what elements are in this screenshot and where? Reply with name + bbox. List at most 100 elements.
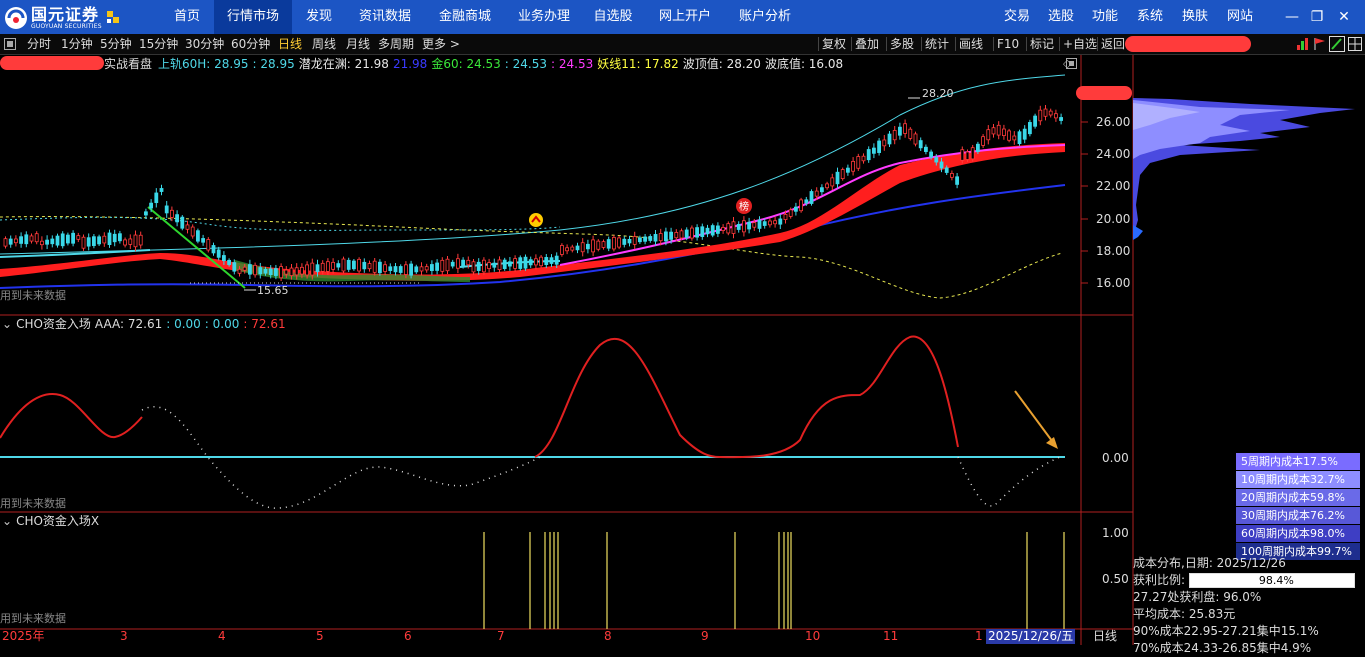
period-tab-5[interactable]: 60分钟: [231, 34, 270, 54]
cho-x-signal-bars: [483, 532, 1065, 629]
maximize-button[interactable]: ❐: [1308, 8, 1326, 26]
minimize-button[interactable]: —: [1283, 8, 1301, 26]
period-tab-2[interactable]: 5分钟: [100, 34, 132, 54]
redacted-stock-name: [1125, 36, 1251, 52]
period-label[interactable]: 日线: [1093, 629, 1117, 643]
date-tick-2: 4: [218, 629, 226, 643]
toolbar-action-0[interactable]: 复权: [822, 34, 846, 54]
period-tab-1[interactable]: 1分钟: [61, 34, 93, 54]
draw-tool-icon[interactable]: [1329, 36, 1345, 52]
nav-3[interactable]: 资讯数据: [346, 0, 424, 34]
date-tick-4: 6: [404, 629, 412, 643]
toolbar-action-7[interactable]: +自选: [1063, 34, 1097, 54]
bar-chart-icon[interactable]: [1296, 37, 1310, 51]
layout-grid-icon[interactable]: [1348, 37, 1362, 51]
cho-red-line: [534, 337, 721, 458]
nav-8[interactable]: 账户分析: [726, 0, 804, 34]
cho-dotted-line: [957, 456, 1061, 507]
date-axis: 2025年 3 4 5 6 7 8 9 10 11 1: [0, 629, 1133, 645]
nav-7[interactable]: 网上开户: [646, 0, 724, 34]
toolbar-action-8[interactable]: 返回: [1101, 34, 1125, 54]
price-axis: 26.00 24.00 22.00 20.00 18.00 16.00: [1081, 115, 1130, 290]
flag-icon[interactable]: [1313, 37, 1327, 51]
period-tab-7[interactable]: 周线: [312, 34, 336, 54]
nav-1[interactable]: 行情市场: [214, 0, 292, 34]
profit-ratio-bar: 98.4%: [1188, 573, 1355, 588]
chox-axis-05: 0.50: [1102, 572, 1129, 586]
right-nav-0[interactable]: 交易: [1004, 0, 1030, 34]
toolbar-separator: [1059, 37, 1060, 51]
cyan-dashed-line: [0, 216, 561, 231]
collapse-icon[interactable]: ⌄: [2, 317, 12, 331]
nav-0[interactable]: 首页: [160, 0, 214, 34]
future-data-note: 用到未来数据: [0, 497, 66, 510]
close-button[interactable]: ✕: [1335, 8, 1353, 26]
legend-item-9: 波底值: 16.08: [764, 57, 844, 71]
legend-item-6: : 24.53: [551, 57, 594, 71]
price-tick-3: 20.00: [1096, 212, 1130, 226]
cost90-line: 90%成本22.95-27.21集中15.1%: [1133, 624, 1319, 638]
nav-2[interactable]: 发现: [294, 0, 344, 34]
date-tick-6: 8: [604, 629, 612, 643]
collapse-icon[interactable]: ⌄: [2, 514, 12, 528]
period-toolbar: 分时 1分钟 5分钟 15分钟 30分钟 60分钟 日线 周线 月线 多周期 更多 > 复权 叠加 多股统…: [0, 34, 1365, 55]
expand-panel-icon[interactable]: [1066, 58, 1077, 69]
legend-item-1: : 28.95: [252, 57, 295, 71]
cho-title: CHO资金入场: [16, 317, 91, 331]
low-value-label: 15.65: [257, 284, 289, 297]
cho-v1: : 0.00: [166, 317, 201, 331]
toolbar-action-4[interactable]: 画线: [959, 34, 983, 54]
cost-row-0: 5周期内成本17.5%: [1236, 453, 1360, 471]
price-tick-5: 16.00: [1096, 276, 1130, 290]
price-tick-2: 22.00: [1096, 179, 1130, 193]
toolbar-separator: [1026, 37, 1027, 51]
arrow-annotation: [1014, 390, 1056, 446]
date-tick-1: 3: [120, 629, 128, 643]
period-tab-6[interactable]: 日线: [278, 34, 302, 54]
nav-4[interactable]: 金融商城: [426, 0, 504, 34]
period-tab-9[interactable]: 多周期: [378, 34, 414, 54]
profit-value: 98.4%: [1258, 574, 1294, 587]
period-tab-4[interactable]: 30分钟: [185, 34, 224, 54]
date-tick-9: 11: [883, 629, 899, 643]
cho-axis-zero: 0.00: [1102, 451, 1129, 465]
magenta-line: [559, 144, 1066, 266]
period-tab-3[interactable]: 15分钟: [139, 34, 178, 54]
toolbar-separator: [886, 37, 887, 51]
chox-title: CHO资金入场X: [16, 514, 100, 528]
period-tab-0[interactable]: 分时: [27, 34, 51, 54]
toolbar-separator: [955, 37, 956, 51]
legend-item-3: 21.98: [392, 57, 428, 71]
toolbar-action-3[interactable]: 统计: [925, 34, 949, 54]
legend-item-7: 妖线11: 17.82: [597, 57, 679, 71]
right-nav-1[interactable]: 选股: [1048, 0, 1074, 34]
toolbar-action-6[interactable]: 标记: [1030, 34, 1054, 54]
current-date-label: 2025/12/26/五: [986, 629, 1076, 644]
date-tick-7: 9: [701, 629, 709, 643]
right-nav-2[interactable]: 功能: [1092, 0, 1118, 34]
legend-item-2: 潜龙在渊: 21.98: [298, 57, 389, 71]
brand-logo[interactable]: 国元证券 GUOYUAN SECURITIES: [4, 5, 121, 31]
right-nav-4[interactable]: 换肤: [1182, 0, 1208, 34]
cho-v3: : 72.61: [243, 317, 286, 331]
toolbar-action-5[interactable]: F10: [997, 34, 1019, 54]
up-signal-icon: [529, 213, 543, 227]
toolbar-separator: [1097, 37, 1098, 51]
nav-6[interactable]: 自选股: [584, 0, 642, 34]
nav-5[interactable]: 业务办理: [504, 0, 584, 34]
cho-aaa: AAA: 72.61: [94, 317, 163, 331]
right-nav-5[interactable]: 网站: [1227, 0, 1253, 34]
panel-toggle-icon[interactable]: [4, 38, 16, 50]
price-tick-4: 18.00: [1096, 244, 1130, 258]
toolbar-separator: [921, 37, 922, 51]
toolbar-action-1[interactable]: 叠加: [855, 34, 879, 54]
date-tick-10: 1: [975, 629, 983, 643]
cost70-line: 70%成本24.33-26.85集中4.9%: [1133, 641, 1312, 655]
profit-chips-line: 27.27处获利盘: 96.0%: [1133, 590, 1262, 604]
period-tab-8[interactable]: 月线: [346, 34, 370, 54]
date-tick-5: 7: [497, 629, 505, 643]
right-nav-3[interactable]: 系统: [1137, 0, 1163, 34]
cho-red-line: [719, 335, 959, 459]
period-tab-10[interactable]: 更多 >: [422, 34, 460, 54]
toolbar-action-2[interactable]: 多股: [890, 34, 914, 54]
